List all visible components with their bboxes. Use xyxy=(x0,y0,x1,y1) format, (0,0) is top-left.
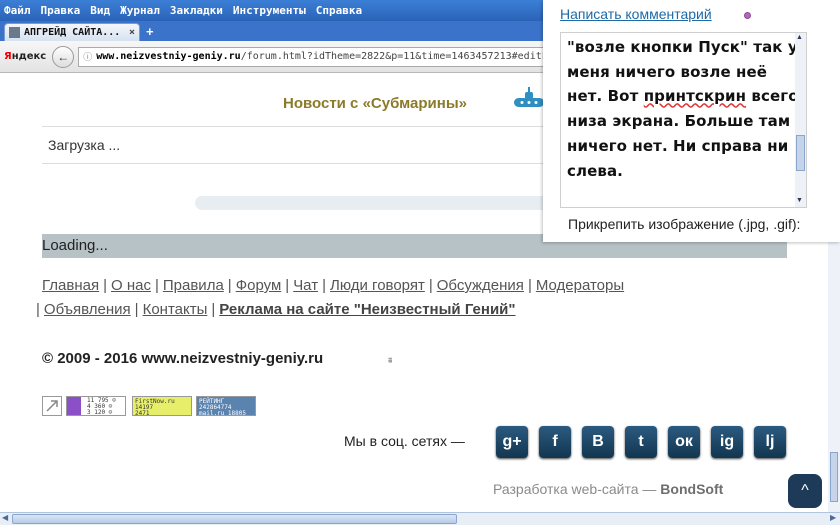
scroll-to-top-button[interactable]: ^ xyxy=(788,474,822,508)
nav-link-chat[interactable]: Чат xyxy=(293,277,318,294)
nav-separator: | xyxy=(527,277,532,294)
odnoklassniki-icon[interactable]: ок xyxy=(668,426,700,458)
new-tab-button[interactable]: + xyxy=(146,24,154,39)
menu-edit[interactable]: Правка xyxy=(41,4,81,17)
news-loading-text: Загрузка ... xyxy=(48,137,121,153)
footer-nav-primary: Главная | О нас | Правила | Форум | Чат | Люди гов… xyxy=(42,277,624,294)
nav-separator: | xyxy=(134,301,139,318)
developer-brand: BondSoft xyxy=(660,481,724,497)
nav-link-about[interactable]: О нас xyxy=(111,277,151,294)
site-favicon-icon xyxy=(9,27,20,38)
browser-window: Файл Правка Вид Журнал Закладки Инструме… xyxy=(0,0,840,525)
comment-text-misspelled: принтскрин xyxy=(643,87,747,106)
counter-mailru[interactable]: РЕЙТИНГ 242864774 mail.ru 18805 3384 xyxy=(196,396,256,423)
back-arrow-icon: ← xyxy=(57,49,70,64)
social-label: Мы в соц. сетях — xyxy=(344,433,465,449)
comment-textarea[interactable]: "возле кнопки Пуск" так у меня ничего во… xyxy=(560,32,807,208)
scroll-left-icon[interactable]: ◀ xyxy=(2,513,8,522)
tiny-logo-icon[interactable]: ⩩ xyxy=(388,356,392,366)
url-host: www.neizvestniy-geniy.ru xyxy=(96,51,241,62)
nav-link-rules[interactable]: Правила xyxy=(163,277,224,294)
url-path: /forum.html?idTheme=2822&p=11&time=14634… xyxy=(240,51,560,62)
nav-link-moderators[interactable]: Модераторы xyxy=(536,277,624,294)
nav-separator: | xyxy=(36,301,40,318)
menu-file[interactable]: Файл xyxy=(4,4,31,17)
yandex-logo[interactable]: Яндекс xyxy=(4,51,46,62)
counter-stat-line: 3 120 ☺ xyxy=(87,409,113,416)
vkontakte-icon[interactable]: В xyxy=(582,426,614,458)
yandex-logo-rest: ндекс xyxy=(11,51,47,62)
menu-tools[interactable]: Инструменты xyxy=(233,4,306,17)
chevron-up-icon: ^ xyxy=(801,482,809,499)
developer-credit[interactable]: Разработка web-сайта — BondSoft xyxy=(493,481,723,497)
nav-separator: | xyxy=(428,277,433,294)
horizontal-scrollbar[interactable]: ◀ ▶ xyxy=(0,512,840,525)
menu-view[interactable]: Вид xyxy=(90,4,110,17)
menu-help[interactable]: Справка xyxy=(316,4,362,17)
nav-link-forum[interactable]: Форум xyxy=(236,277,282,294)
counter-logo-icon xyxy=(67,397,81,415)
tab-close-icon[interactable]: × xyxy=(129,27,135,38)
nav-link-advertising[interactable]: Реклама на сайте "Неизвестный Гений" xyxy=(219,301,515,318)
nav-link-contacts[interactable]: Контакты xyxy=(143,301,208,318)
livejournal-icon[interactable]: lj xyxy=(754,426,786,458)
scroll-up-icon[interactable]: ▲ xyxy=(796,34,803,41)
nav-separator: | xyxy=(154,277,159,294)
counter-liveinternet[interactable]: 11 795 ☺ 4 360 ☺ 3 120 ☺ xyxy=(66,396,126,416)
developer-credit-prefix: Разработка web-сайта — xyxy=(493,481,661,497)
vertical-scroll-thumb[interactable] xyxy=(830,452,838,502)
scroll-right-icon[interactable]: ▶ xyxy=(830,513,836,522)
copyright-text: © 2009 - 2016 www.neizvestniy-geniy.ru xyxy=(42,350,324,367)
url-field[interactable]: ⓘ www.neizvestniy-geniy.ru/forum.html?id… xyxy=(78,46,579,67)
loading-bar-text: Loading... xyxy=(42,237,108,254)
textarea-scroll-thumb[interactable] xyxy=(796,135,805,171)
counter-stat-line: 2471 xyxy=(135,410,150,417)
facebook-icon[interactable]: f xyxy=(539,426,571,458)
counter-firstnow[interactable]: FirstNow.ru 14197 2471 xyxy=(132,396,192,417)
nav-separator: | xyxy=(103,277,107,294)
counter-arrow-badge[interactable] xyxy=(42,396,62,416)
nav-separator: | xyxy=(322,277,326,294)
url-text: www.neizvestniy-geniy.ru/forum.html?idTh… xyxy=(96,51,560,62)
nav-link-announcements[interactable]: Объявления xyxy=(44,301,131,318)
scroll-down-icon[interactable]: ▼ xyxy=(796,197,803,204)
news-loading-area: Загрузка ... xyxy=(42,126,562,164)
nav-separator: | xyxy=(211,301,216,318)
nav-separator: | xyxy=(227,277,232,294)
footer-nav-secondary: | Объявления | Контакты | Реклама на сайте "Н… xyxy=(36,301,516,318)
nav-separator: | xyxy=(285,277,290,294)
nav-link-discussions[interactable]: Обсуждения xyxy=(437,277,524,294)
nav-link-people-say[interactable]: Люди говорят xyxy=(330,277,425,294)
counter-stats: 11 795 ☺ 4 360 ☺ 3 120 ☺ xyxy=(81,397,116,416)
vertical-scrollbar[interactable] xyxy=(828,242,840,512)
write-comment-link[interactable]: Написать комментарий xyxy=(560,6,712,22)
status-dot-icon xyxy=(744,12,751,19)
page-info-icon[interactable]: ⓘ xyxy=(83,50,92,63)
comment-panel: Написать комментарий "возле кнопки Пуск"… xyxy=(543,0,840,242)
yandex-logo-initial: Я xyxy=(4,51,12,62)
tab-title: АПГРЕЙД САЙТА... xyxy=(24,27,121,38)
twitter-icon[interactable]: t xyxy=(625,426,657,458)
menu-history[interactable]: Журнал xyxy=(120,4,160,17)
horizontal-scroll-thumb[interactable] xyxy=(12,514,457,524)
instagram-icon[interactable]: ig xyxy=(711,426,743,458)
back-button[interactable]: ← xyxy=(52,45,75,68)
news-block-title[interactable]: Новости с «Субмарины» xyxy=(283,95,467,112)
tab-active[interactable]: АПГРЕЙД САЙТА... × xyxy=(4,23,140,41)
googleplus-icon[interactable]: g+ xyxy=(496,426,528,458)
menu-bookmarks[interactable]: Закладки xyxy=(170,4,223,17)
external-arrow-icon xyxy=(46,400,58,412)
counter-stat-line: 3384 xyxy=(199,416,214,423)
nav-link-home[interactable]: Главная xyxy=(42,277,99,294)
attach-image-label: Прикрепить изображение (.jpg, .gif): xyxy=(568,216,801,232)
textarea-scrollbar[interactable]: ▲ ▼ xyxy=(795,33,806,207)
